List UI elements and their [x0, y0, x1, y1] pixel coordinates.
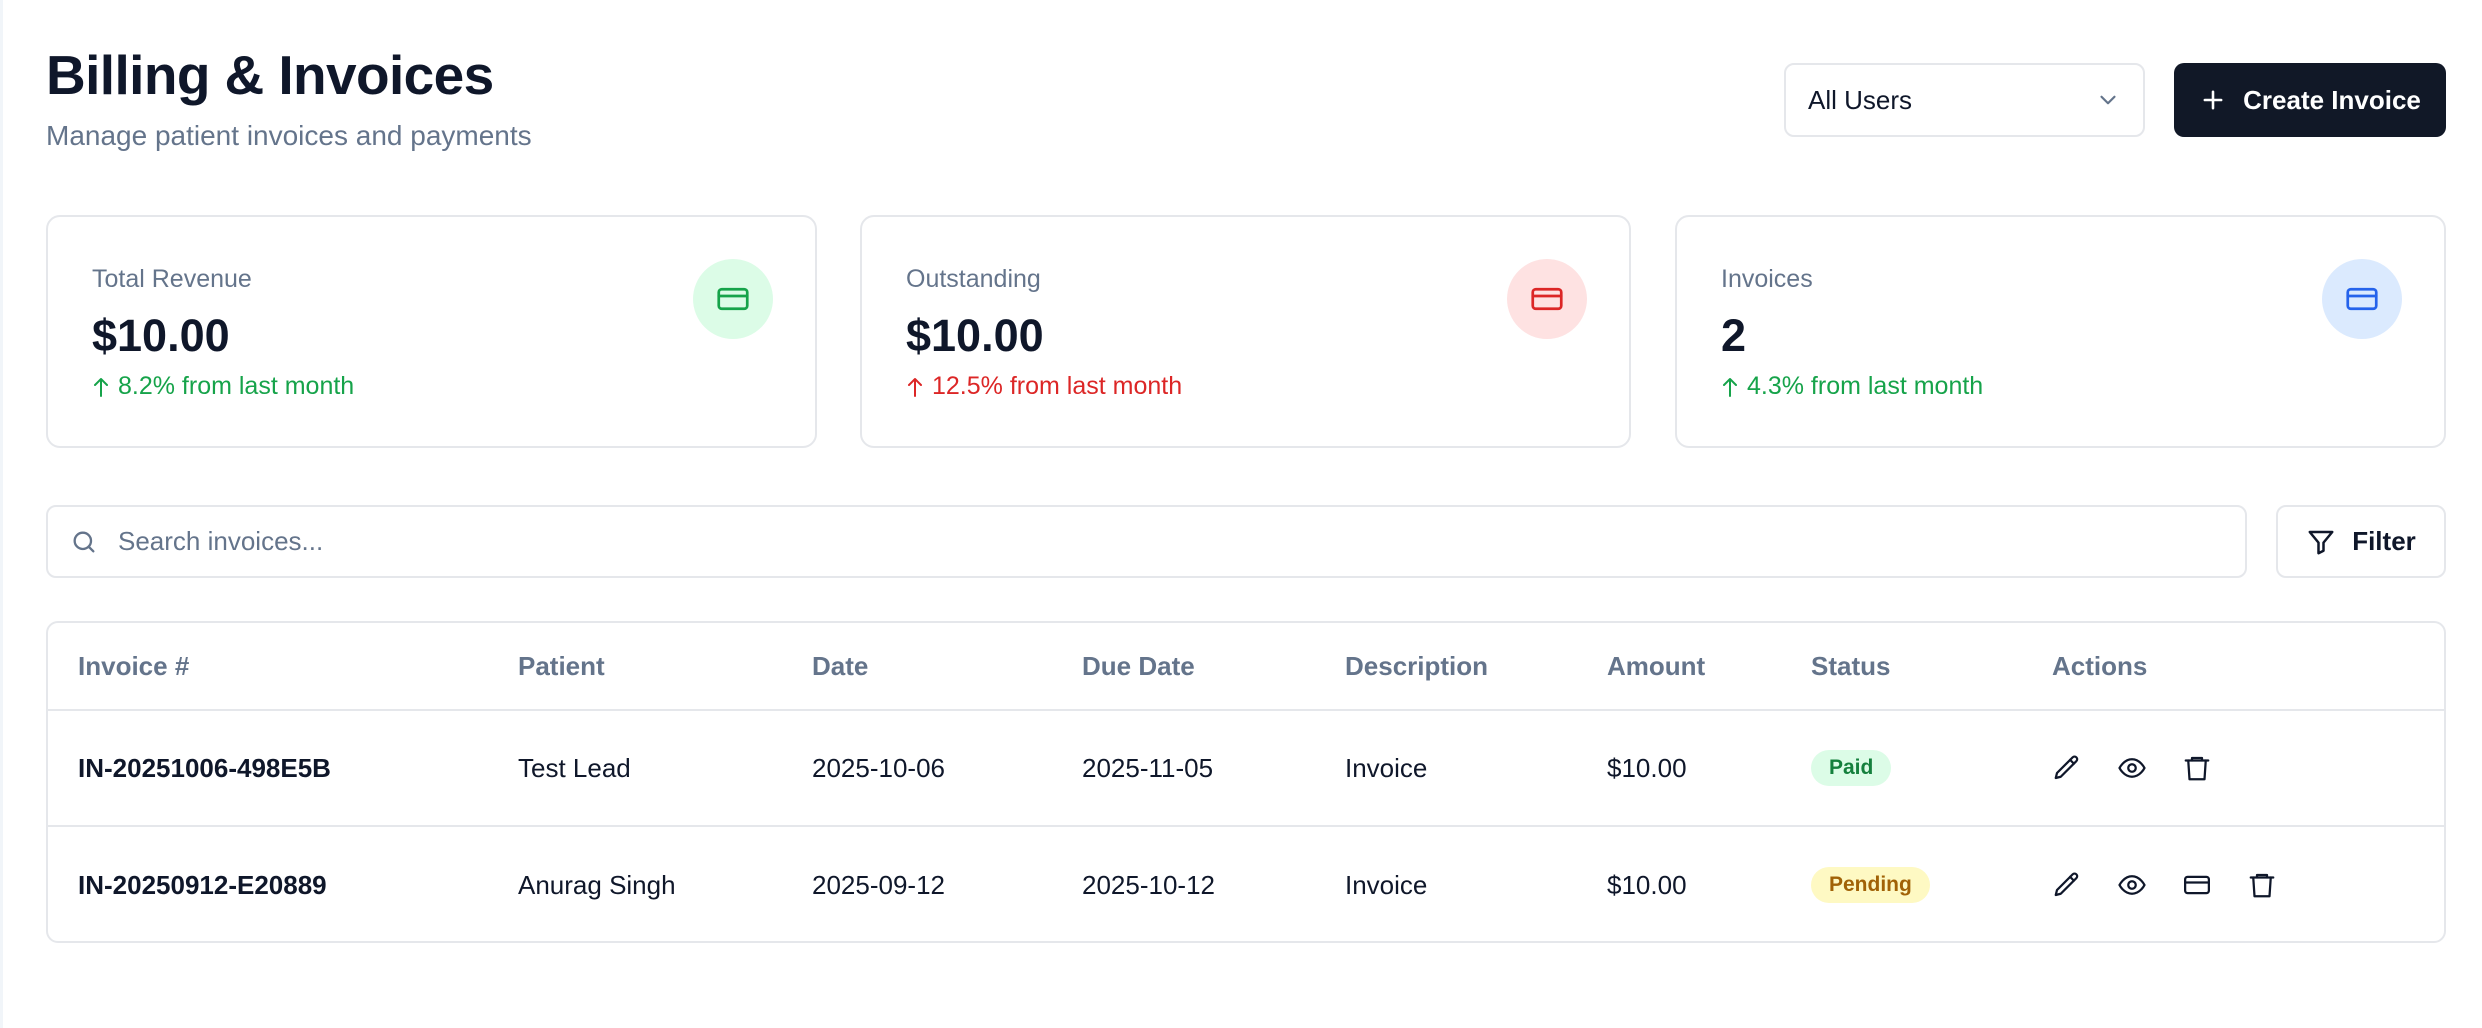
stat-change: 12.5% from last month	[906, 372, 1182, 401]
page-header: Billing & Invoices Manage patient invoic…	[46, 0, 2446, 170]
invoice-due-date: 2025-11-05	[1082, 752, 1214, 783]
invoice-description: Invoice	[1345, 752, 1428, 783]
credit-card-icon	[693, 259, 773, 339]
view-icon[interactable]	[2117, 865, 2182, 905]
column-header: Status	[1811, 650, 1891, 681]
stat-change: 8.2% from last month	[92, 372, 354, 401]
patient-link[interactable]: Anurag Singh	[518, 827, 676, 941]
view-icon[interactable]	[2117, 748, 2182, 788]
arrow-up-icon	[94, 377, 108, 397]
stat-card-invoices: Invoices 2 4.3% from last month	[1675, 215, 2446, 448]
invoice-number: IN-20250912-E20889	[78, 869, 327, 900]
stat-label: Total Revenue	[92, 265, 252, 293]
stat-value: 2	[1721, 310, 1747, 361]
invoice-due-date: 2025-10-12	[1082, 869, 1215, 900]
page-subtitle: Manage patient invoices and payments	[46, 120, 532, 151]
invoice-amount: $10.00	[1607, 752, 1687, 783]
create-invoice-label: Create Invoice	[2243, 84, 2421, 115]
table-row[interactable]: IN-20251006-498E5B Test Lead 2025-10-06 …	[48, 711, 2444, 827]
page-title: Billing & Invoices	[46, 44, 494, 106]
row-actions	[2052, 711, 2247, 825]
search-box	[46, 505, 2247, 578]
column-header: Due Date	[1082, 650, 1195, 681]
credit-card-icon	[2322, 259, 2402, 339]
invoice-description: Invoice	[1345, 869, 1428, 900]
invoice-date: 2025-09-12	[812, 869, 945, 900]
user-filter-value: All Users	[1808, 84, 1913, 115]
user-filter-select[interactable]: All Users	[1784, 63, 2145, 137]
edit-icon[interactable]	[2052, 865, 2117, 905]
stat-change: 4.3% from last month	[1721, 372, 1983, 401]
search-icon	[73, 531, 95, 552]
arrow-up-icon	[908, 377, 922, 397]
edit-icon[interactable]	[2052, 748, 2117, 788]
stat-label: Invoices	[1721, 265, 1813, 293]
column-header: Actions	[2052, 650, 2148, 681]
invoice-number: IN-20251006-498E5B	[78, 752, 331, 783]
stat-value: $10.00	[906, 310, 1044, 361]
delete-icon[interactable]	[2182, 748, 2247, 788]
delete-icon[interactable]	[2247, 865, 2312, 905]
column-header: Amount	[1607, 650, 1706, 681]
stat-change-text: 12.5% from last month	[932, 372, 1183, 400]
stat-change-text: 4.3% from last month	[1747, 372, 1984, 400]
plus-icon	[2203, 90, 2223, 110]
filter-icon	[2308, 530, 2334, 554]
payment-icon[interactable]	[2182, 865, 2247, 905]
status-badge: Pending	[1811, 867, 1930, 903]
patient-link[interactable]: Test Lead	[518, 711, 631, 825]
stat-card-outstanding: Outstanding $10.00 12.5% from last month	[860, 215, 1631, 448]
invoices-table: Invoice # Patient Date Due Date Descript…	[46, 621, 2446, 943]
chevron-down-icon	[2100, 95, 2116, 105]
page-left-edge	[0, 0, 3, 1028]
row-actions	[2052, 827, 2312, 941]
stat-change-text: 8.2% from last month	[118, 372, 355, 400]
table-header-row: Invoice # Patient Date Due Date Descript…	[48, 623, 2444, 711]
column-header: Description	[1345, 650, 1489, 681]
column-header: Patient	[518, 650, 605, 681]
invoice-amount: $10.00	[1607, 869, 1687, 900]
filter-label: Filter	[2352, 526, 2416, 556]
stat-label: Outstanding	[906, 265, 1041, 293]
credit-card-icon	[1507, 259, 1587, 339]
stat-value: $10.00	[92, 310, 230, 361]
arrow-up-icon	[1723, 377, 1737, 397]
column-header: Invoice #	[78, 650, 190, 681]
status-badge: Paid	[1811, 750, 1892, 786]
create-invoice-button[interactable]: Create Invoice	[2174, 63, 2446, 137]
column-header: Date	[812, 650, 869, 681]
status-cell: Pending	[1811, 827, 1930, 941]
filter-button[interactable]: Filter	[2276, 505, 2446, 578]
table-row[interactable]: IN-20250912-E20889 Anurag Singh 2025-09-…	[48, 827, 2444, 941]
search-input[interactable]	[118, 526, 2223, 557]
stat-card-total-revenue: Total Revenue $10.00 8.2% from last mont…	[46, 215, 817, 448]
invoice-date: 2025-10-06	[812, 752, 945, 783]
status-cell: Paid	[1811, 711, 1892, 825]
billing-page: Billing & Invoices Manage patient invoic…	[46, 0, 2446, 1028]
